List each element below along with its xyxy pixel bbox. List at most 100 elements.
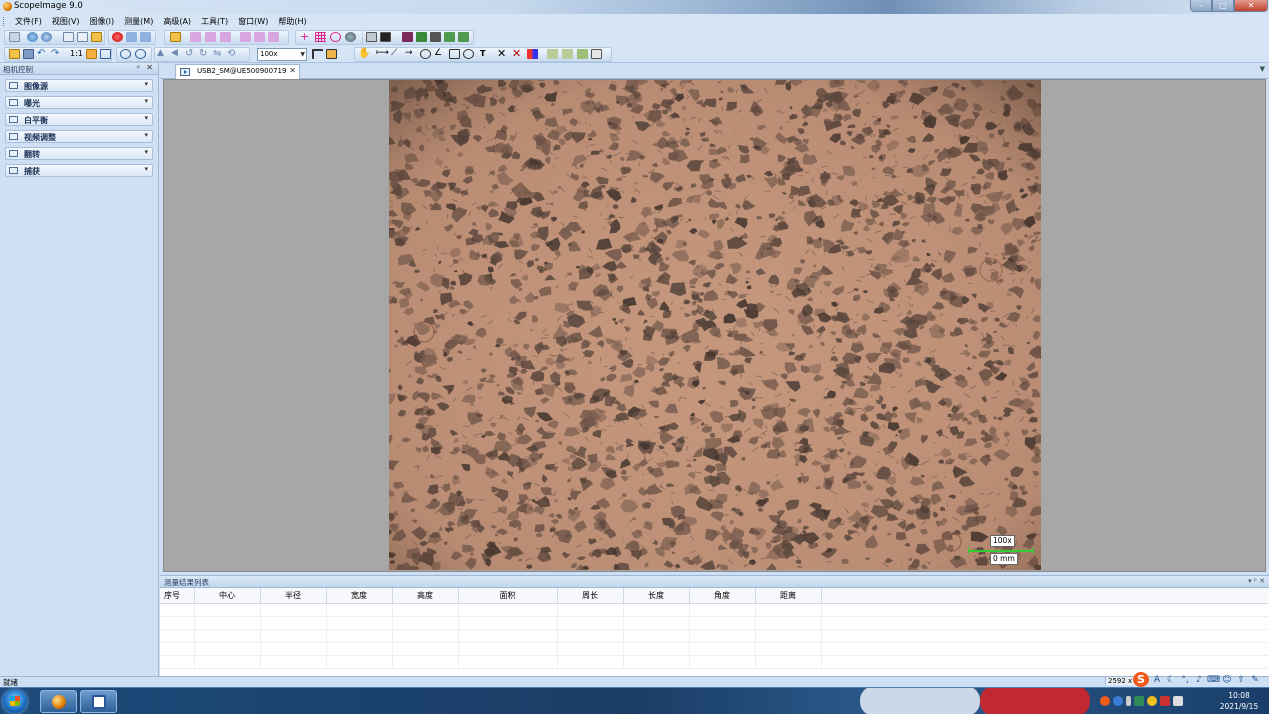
volume-icon[interactable]: [1173, 696, 1183, 706]
zoom-select[interactable]: 100x ▼: [257, 48, 307, 61]
layout-1-icon[interactable]: [190, 32, 201, 42]
moon-icon[interactable]: ☾: [1165, 675, 1177, 685]
user-icon[interactable]: ☺: [1221, 675, 1233, 685]
record-icon[interactable]: [112, 32, 123, 42]
section-exposure[interactable]: 曝光 ▾: [5, 96, 153, 109]
circle-icon[interactable]: [420, 49, 431, 59]
line-measure-icon[interactable]: ⟼: [376, 49, 389, 59]
sogou-tray-icon[interactable]: [1100, 696, 1110, 706]
section-flip[interactable]: 翻转 ▾: [5, 147, 153, 160]
minimize-button[interactable]: –: [1190, 0, 1212, 12]
col-distance[interactable]: 距离: [755, 588, 822, 604]
gallery-icon[interactable]: [77, 32, 88, 42]
delete-all-icon[interactable]: ✕: [512, 48, 523, 59]
save-icon[interactable]: [23, 49, 34, 59]
layer-2-icon[interactable]: [562, 49, 573, 59]
tab-close-icon[interactable]: ✕: [289, 66, 296, 75]
taskbar-scopeimage[interactable]: [40, 690, 77, 713]
mic-icon[interactable]: ♪: [1193, 675, 1205, 685]
arrow-icon[interactable]: →: [405, 49, 416, 59]
target-icon[interactable]: [330, 32, 341, 42]
col-area[interactable]: 面积: [458, 588, 558, 604]
maximize-button[interactable]: □: [1212, 0, 1234, 12]
stop-icon[interactable]: [140, 32, 151, 42]
edf-icon[interactable]: [430, 32, 441, 42]
rectangle-icon[interactable]: [449, 49, 460, 59]
histogram-icon[interactable]: [402, 32, 413, 42]
image-view-icon[interactable]: [366, 32, 377, 42]
layout-3-icon[interactable]: [220, 32, 231, 42]
hand-icon[interactable]: ✋: [358, 49, 370, 59]
rotate-icon[interactable]: ⟲: [227, 49, 238, 59]
section-video-adjust[interactable]: 视频调整 ▾: [5, 130, 153, 143]
table-icon[interactable]: [591, 49, 602, 59]
menu-tools[interactable]: 工具(T): [196, 14, 233, 29]
fit-icon[interactable]: [86, 49, 97, 59]
layout-2-icon[interactable]: [205, 32, 216, 42]
menu-window[interactable]: 窗口(W): [233, 14, 273, 29]
rotate-left-icon[interactable]: ↺: [185, 49, 196, 59]
menu-help[interactable]: 帮助(H): [273, 14, 311, 29]
keyboard-icon[interactable]: ⌨: [1207, 675, 1220, 685]
col-angle[interactable]: 角度: [689, 588, 756, 604]
pin-icon[interactable]: ᵖ: [137, 64, 140, 72]
menu-image[interactable]: 图像(I): [85, 14, 120, 29]
section-image-source[interactable]: 图像源 ▾: [5, 79, 153, 92]
start-button[interactable]: [3, 690, 27, 713]
camera-icon[interactable]: [27, 32, 38, 42]
text-tool-button[interactable]: T: [480, 49, 485, 59]
open-folder-icon[interactable]: [170, 32, 181, 42]
network-icon[interactable]: [1160, 696, 1170, 706]
section-capture[interactable]: 捕获 ▾: [5, 164, 153, 177]
fullscreen-icon[interactable]: [100, 49, 111, 59]
layer-3-icon[interactable]: [577, 49, 588, 59]
polyline-icon[interactable]: ⟋: [391, 49, 402, 59]
table-row[interactable]: [160, 655, 1268, 669]
sogou-logo-icon[interactable]: S: [1133, 672, 1149, 687]
undo-icon[interactable]: ↶: [37, 49, 48, 59]
layout-4-icon[interactable]: [240, 32, 251, 42]
col-radius[interactable]: 半径: [260, 588, 327, 604]
menu-advanced[interactable]: 高级(A): [158, 14, 196, 29]
one-to-one-button[interactable]: 1:1: [70, 49, 83, 59]
table-row[interactable]: [160, 629, 1268, 643]
crosshair-icon[interactable]: +: [300, 31, 311, 42]
col-center[interactable]: 中心: [194, 588, 261, 604]
results-table[interactable]: 序号 中心 半径 宽度 高度 面积 周长 长度 角度 距离: [160, 588, 1268, 669]
new-icon[interactable]: [9, 32, 20, 42]
magnifier-settings-icon[interactable]: [345, 32, 356, 42]
panel-close-icon[interactable]: ✕: [146, 63, 153, 72]
stitch-icon[interactable]: [444, 32, 455, 42]
redo-icon[interactable]: ↷: [51, 49, 62, 59]
section-white-balance[interactable]: 白平衡 ▾: [5, 113, 153, 126]
close-button[interactable]: ✕: [1234, 0, 1268, 12]
zoom-out-icon[interactable]: [135, 49, 146, 59]
layout-5-icon[interactable]: [254, 32, 265, 42]
taskbar-word[interactable]: [80, 690, 117, 713]
tab-list-icon[interactable]: ▼: [1260, 65, 1265, 73]
folder-icon[interactable]: [91, 32, 102, 42]
table-row[interactable]: [160, 603, 1268, 617]
enhance-icon[interactable]: [416, 32, 427, 42]
table-row[interactable]: [160, 642, 1268, 656]
angle-icon[interactable]: ∠: [434, 49, 445, 59]
ime-toolbar[interactable]: S A ☾ °, ♪ ⌨ ☺ ⇧ ✎: [1133, 672, 1269, 687]
ellipse-icon[interactable]: [463, 49, 474, 59]
menu-measure[interactable]: 测量(M): [119, 14, 158, 29]
ruler-icon[interactable]: [312, 49, 323, 59]
rotate-right-icon[interactable]: ↻: [199, 49, 210, 59]
zoom-in-icon[interactable]: [120, 49, 131, 59]
menu-view[interactable]: 视图(V): [47, 14, 85, 29]
col-height[interactable]: 高度: [392, 588, 459, 604]
pause-icon[interactable]: [126, 32, 137, 42]
table-row[interactable]: [160, 616, 1268, 630]
clock[interactable]: 10:08 2021/9/15: [1212, 690, 1266, 712]
results-controls[interactable]: ▾ ᵖ ✕: [1248, 577, 1265, 585]
skin-icon[interactable]: ⇧: [1235, 675, 1247, 685]
col-perimeter[interactable]: 周长: [557, 588, 624, 604]
col-length[interactable]: 长度: [623, 588, 690, 604]
pen-tray-icon[interactable]: [1126, 696, 1131, 706]
flip-up-icon[interactable]: ▲: [157, 49, 168, 59]
ime-mode-icon[interactable]: A: [1151, 675, 1163, 685]
shield-icon[interactable]: [1134, 696, 1144, 706]
